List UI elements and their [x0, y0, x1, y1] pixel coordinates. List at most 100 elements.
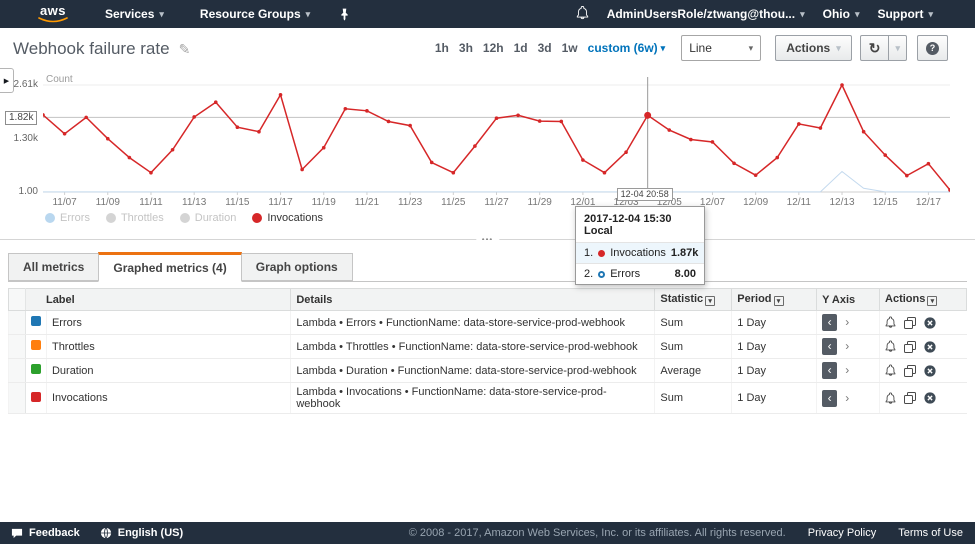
metric-label-cell[interactable]: Invocations [46, 383, 290, 414]
y-axis-right-button[interactable]: › [840, 338, 854, 355]
x-tick-label: 12/11 [777, 197, 821, 208]
series-marker-icon [598, 250, 605, 257]
color-cell [25, 311, 46, 335]
metrics-tab[interactable]: Graphed metrics (4) [98, 252, 241, 282]
tooltip-timestamp: 2017-12-04 15:30 Local [576, 207, 704, 242]
help-button[interactable]: ? [917, 35, 948, 61]
metrics-tab[interactable]: All metrics [8, 253, 99, 281]
y-axis-left-button[interactable]: ‹ [822, 390, 837, 407]
metric-row: Throttles Lambda • Throttles • FunctionN… [9, 335, 967, 359]
duplicate-icon[interactable] [904, 317, 916, 329]
x-tick-label: 11/25 [431, 197, 475, 208]
nav-resource-groups[interactable]: Resource Groups ▾ [200, 7, 310, 21]
dropdown-icon[interactable]: ▾ [705, 296, 715, 306]
alarm-bell-icon[interactable] [885, 392, 896, 405]
statistic-cell[interactable]: Sum [655, 335, 732, 359]
table-header-row: Label Details Statistic▾ Period▾ Y Axis … [9, 289, 967, 311]
series-color-swatch[interactable] [31, 316, 41, 326]
legend-item[interactable]: Throttles [106, 212, 164, 224]
chevron-down-icon: ▾ [159, 9, 164, 20]
legend-item[interactable]: Duration [180, 212, 237, 224]
alarm-bell-icon[interactable] [885, 340, 896, 353]
metric-label-cell[interactable]: Throttles [46, 335, 290, 359]
x-tick-label: 11/19 [302, 197, 346, 208]
actions-button[interactable]: Actions ▾ [775, 35, 852, 61]
y-axis-right-button[interactable]: › [840, 314, 854, 331]
pin-shortcut-button[interactable] [340, 8, 349, 21]
y-axis-left-button[interactable]: ‹ [822, 338, 837, 355]
account-menu[interactable]: AdminUsersRole/ztwang@thou... ▾ [607, 7, 805, 21]
alarm-bell-icon[interactable] [885, 316, 896, 329]
metric-details-cell: Lambda • Errors • FunctionName: data-sto… [291, 311, 655, 335]
chart-type-select[interactable]: Line ▾ [681, 35, 761, 61]
terms-of-use-link[interactable]: Terms of Use [898, 527, 963, 539]
alarm-bell-icon[interactable] [885, 364, 896, 377]
edit-title-icon[interactable]: ✎ [179, 41, 191, 58]
aws-logo[interactable]: aws [35, 5, 71, 23]
region-menu[interactable]: Ohio ▾ [823, 7, 860, 21]
duplicate-icon[interactable] [904, 392, 916, 404]
chevron-down-icon: ▾ [661, 43, 666, 54]
series-color-swatch[interactable] [31, 340, 41, 350]
remove-metric-icon[interactable] [924, 392, 936, 404]
duplicate-icon[interactable] [904, 341, 916, 353]
y-axis-left-button[interactable]: ‹ [822, 314, 837, 331]
feedback-button[interactable]: Feedback [11, 527, 80, 539]
legend-item[interactable]: Invocations [252, 212, 323, 224]
details-header: Details [291, 289, 655, 311]
y-axis-left-button[interactable]: ‹ [822, 362, 837, 379]
y-axis-right-button[interactable]: › [840, 362, 854, 379]
remove-metric-icon[interactable] [924, 317, 936, 329]
y-axis-cell: ‹ › [817, 359, 880, 383]
graph-title: Webhook failure rate ✎ [13, 39, 190, 59]
metrics-line-chart[interactable] [43, 75, 950, 197]
dropdown-icon[interactable]: ▾ [774, 296, 784, 306]
time-range-option[interactable]: 1w [562, 41, 578, 55]
pushpin-icon [340, 8, 349, 21]
color-cell [25, 335, 46, 359]
series-color-swatch[interactable] [31, 392, 41, 402]
period-cell[interactable]: 1 Day [732, 311, 817, 335]
x-tick-label: 12/15 [863, 197, 907, 208]
dropdown-icon[interactable]: ▾ [927, 296, 937, 306]
statistic-cell[interactable]: Sum [655, 383, 732, 414]
legend-item[interactable]: Errors [45, 212, 90, 224]
period-cell[interactable]: 1 Day [732, 383, 817, 414]
refresh-options-button[interactable]: ▾ [889, 35, 907, 61]
metric-label-cell[interactable]: Duration [46, 359, 290, 383]
period-cell[interactable]: 1 Day [732, 335, 817, 359]
language-selector[interactable]: English (US) [100, 527, 183, 539]
y-tick-label: 1.00 [0, 186, 38, 197]
actions-header: Actions▾ [880, 289, 967, 311]
metrics-tab[interactable]: Graph options [241, 253, 353, 281]
y-axis-right-button[interactable]: › [840, 390, 854, 407]
series-color-swatch[interactable] [31, 364, 41, 374]
remove-metric-icon[interactable] [924, 365, 936, 377]
y-tick-label: 2.61k [0, 79, 38, 90]
statistic-cell[interactable]: Average [655, 359, 732, 383]
support-menu[interactable]: Support ▾ [877, 7, 933, 21]
period-cell[interactable]: 1 Day [732, 359, 817, 383]
period-header: Period▾ [732, 289, 817, 311]
metric-label-cell[interactable]: Errors [46, 311, 290, 335]
custom-range-button[interactable]: custom (6w) ▾ [588, 41, 666, 55]
y-axis-cell: ‹ › [817, 383, 880, 414]
time-range-option[interactable]: 3d [538, 41, 552, 55]
time-range-option[interactable]: 3h [459, 41, 473, 55]
color-cell [25, 359, 46, 383]
nav-services[interactable]: Services ▾ [105, 7, 164, 21]
remove-metric-icon[interactable] [924, 341, 936, 353]
metrics-panel: All metrics Graphed metrics (4) Graph op… [0, 240, 975, 522]
x-tick-label: 11/21 [345, 197, 389, 208]
x-tick-label: 11/07 [43, 197, 87, 208]
notifications-button[interactable] [576, 6, 589, 23]
time-range-option[interactable]: 1d [514, 41, 528, 55]
y-axis-header: Y Axis [817, 289, 880, 311]
duplicate-icon[interactable] [904, 365, 916, 377]
time-range-option[interactable]: 1h [435, 41, 449, 55]
y-tick-label: 1.30k [0, 133, 38, 144]
statistic-cell[interactable]: Sum [655, 311, 732, 335]
privacy-policy-link[interactable]: Privacy Policy [808, 527, 876, 539]
refresh-button[interactable]: ↻ [860, 35, 890, 61]
time-range-option[interactable]: 12h [483, 41, 504, 55]
